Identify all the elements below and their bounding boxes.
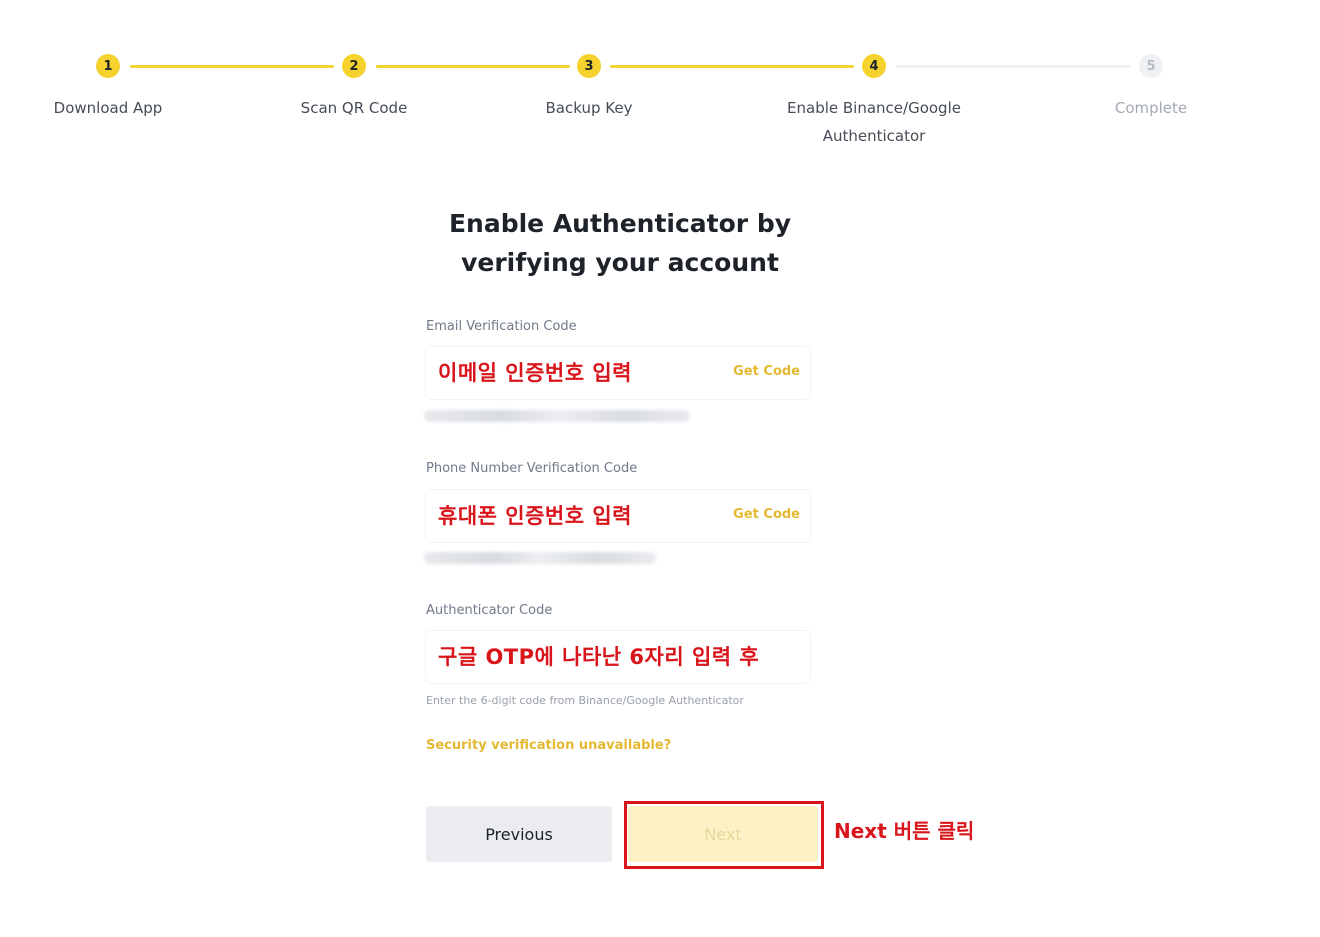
step-2-label: Scan QR Code bbox=[300, 99, 408, 117]
step-3-indicator: 3 bbox=[577, 54, 601, 78]
previous-button[interactable]: Previous bbox=[426, 806, 612, 862]
step-4-indicator: 4 bbox=[862, 54, 886, 78]
step-4-label: Enable Binance/Google Authenticator bbox=[787, 99, 961, 145]
step-connector bbox=[130, 65, 334, 68]
authenticator-code-input[interactable]: 구글 OTP에 나타난 6자리 입력 후 bbox=[426, 631, 810, 683]
authenticator-code-label: Authenticator Code bbox=[426, 603, 553, 618]
step-1-indicator: 1 bbox=[96, 54, 120, 78]
authenticator-hint: Enter the 6-digit code from Binance/Goog… bbox=[426, 694, 744, 707]
next-button[interactable]: Next bbox=[628, 806, 818, 862]
step-connector bbox=[610, 65, 854, 68]
email-get-code-button[interactable]: Get Code bbox=[733, 364, 800, 379]
step-2-indicator: 2 bbox=[342, 54, 366, 78]
masked-phone bbox=[424, 552, 656, 564]
masked-email bbox=[424, 410, 690, 422]
authenticator-code-value: 구글 OTP에 나타난 6자리 입력 후 bbox=[438, 645, 760, 669]
stepper: 1 2 3 4 5 Download App Scan QR Code Back… bbox=[0, 0, 1320, 160]
step-connector bbox=[376, 65, 570, 68]
page-title: Enable Authenticator by verifying your a… bbox=[448, 209, 792, 277]
email-code-label: Email Verification Code bbox=[426, 319, 577, 334]
phone-code-label: Phone Number Verification Code bbox=[426, 461, 638, 476]
step-1-label: Download App bbox=[53, 99, 163, 117]
email-code-input[interactable]: 이메일 인증번호 입력 Get Code bbox=[426, 347, 810, 399]
next-annotation: Next 버튼 클릭 bbox=[834, 819, 975, 843]
phone-code-input[interactable]: 휴대폰 인증번호 입력 Get Code bbox=[426, 490, 810, 542]
step-5-label: Complete bbox=[1114, 99, 1188, 117]
phone-code-value: 휴대폰 인증번호 입력 bbox=[438, 504, 633, 528]
step-connector bbox=[896, 65, 1130, 68]
step-3-label: Backup Key bbox=[545, 99, 633, 117]
step-5-indicator: 5 bbox=[1139, 54, 1163, 78]
email-code-value: 이메일 인증번호 입력 bbox=[438, 361, 633, 385]
phone-get-code-button[interactable]: Get Code bbox=[733, 507, 800, 522]
security-verification-unavailable-link[interactable]: Security verification unavailable? bbox=[426, 738, 671, 753]
